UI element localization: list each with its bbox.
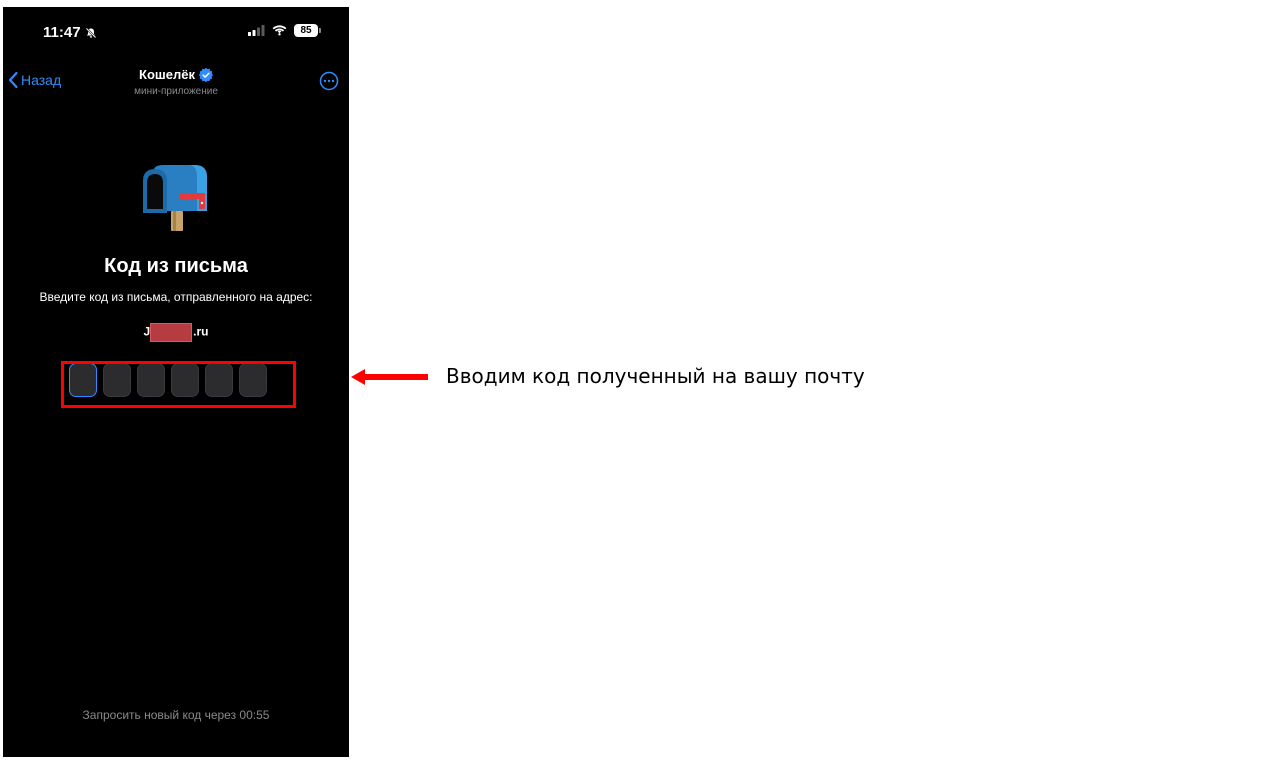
status-time: 11:47 — [43, 24, 97, 41]
arrow-left-icon — [351, 369, 428, 385]
status-bar: 11:47 85 — [3, 7, 349, 55]
app-title-text: Кошелёк — [139, 67, 195, 82]
status-icons: 85 — [248, 24, 321, 37]
email-address: J .ru — [3, 323, 349, 342]
verified-badge-icon — [198, 67, 213, 82]
navigation-bar: Назад Кошелёк мини-приложение — [3, 63, 349, 103]
status-time-text: 11:47 — [43, 24, 81, 41]
mailbox-icon — [143, 165, 207, 231]
phone-screen: 11:47 85 Назад Кошелёк мини-приложение К… — [3, 7, 349, 757]
wifi-icon — [272, 25, 287, 36]
battery-icon: 85 — [294, 24, 321, 37]
app-title: Кошелёк — [139, 67, 213, 82]
battery-level: 85 — [294, 24, 318, 37]
email-redaction — [150, 323, 193, 342]
highlight-box — [61, 361, 296, 408]
bell-mute-icon — [85, 27, 96, 38]
email-start: J — [143, 324, 151, 339]
page-title: Код из письма — [104, 255, 248, 277]
instruction-text: Введите код из письма, отправленного на … — [39, 290, 313, 304]
app-subtitle: мини-приложение — [134, 86, 218, 97]
more-options-button[interactable] — [319, 71, 339, 96]
nav-title-block: Кошелёк мини-приложение — [3, 66, 349, 97]
annotation-text: Вводим код полученный на вашу почту — [446, 364, 865, 388]
resend-code-timer: Запросить новый код через 00:55 — [82, 708, 270, 722]
more-dots-icon — [319, 71, 339, 91]
cellular-signal-icon — [248, 25, 265, 36]
email-end: .ru — [193, 324, 209, 339]
